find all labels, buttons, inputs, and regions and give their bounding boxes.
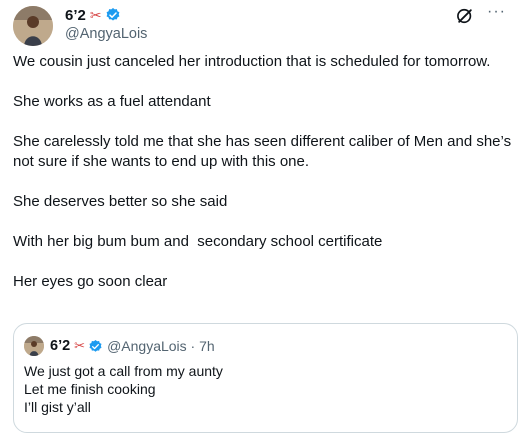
tweet-paragraph: She carelessly told me that she has seen… xyxy=(13,133,516,170)
verified-badge-icon xyxy=(106,8,119,21)
scissors-icon: ✂ xyxy=(74,338,86,353)
quoted-display-name: 6’2 xyxy=(50,338,71,354)
tweet-paragraph: With her big bum bum and secondary schoo… xyxy=(13,233,383,250)
tweet-paragraph: She deserves better so she said xyxy=(13,193,228,210)
quoted-author-avatar xyxy=(24,336,44,356)
verified-badge-icon xyxy=(89,339,102,352)
author-handle[interactable]: @AngyaLois xyxy=(65,26,147,42)
tweet-paragraph: She works as a fuel attendant xyxy=(13,93,211,110)
tweet-paragraph: We cousin just canceled her introduction… xyxy=(13,53,491,70)
quoted-tweet-text: We just got a call from my aunty Let me … xyxy=(24,363,223,415)
author-display-name[interactable]: 6’2 xyxy=(65,7,86,24)
author-name-row: 6’2 ✂ xyxy=(65,5,121,25)
quoted-handle-time: @AngyaLois · 7h xyxy=(107,338,215,354)
tweet-paragraph: Her eyes go soon clear xyxy=(13,273,168,290)
quoted-author-row: 6’2 ✂ @AngyaLois · 7h xyxy=(50,336,215,356)
tweet-text: We cousin just canceled her introduction… xyxy=(13,52,523,312)
more-icon[interactable]: ··· xyxy=(487,3,506,21)
author-avatar[interactable] xyxy=(13,6,53,46)
quoted-tweet-card[interactable]: 6’2 ✂ @AngyaLois · 7h We just got a call… xyxy=(13,323,518,433)
grok-icon[interactable] xyxy=(455,6,475,26)
scissors-icon: ✂ xyxy=(89,7,102,23)
